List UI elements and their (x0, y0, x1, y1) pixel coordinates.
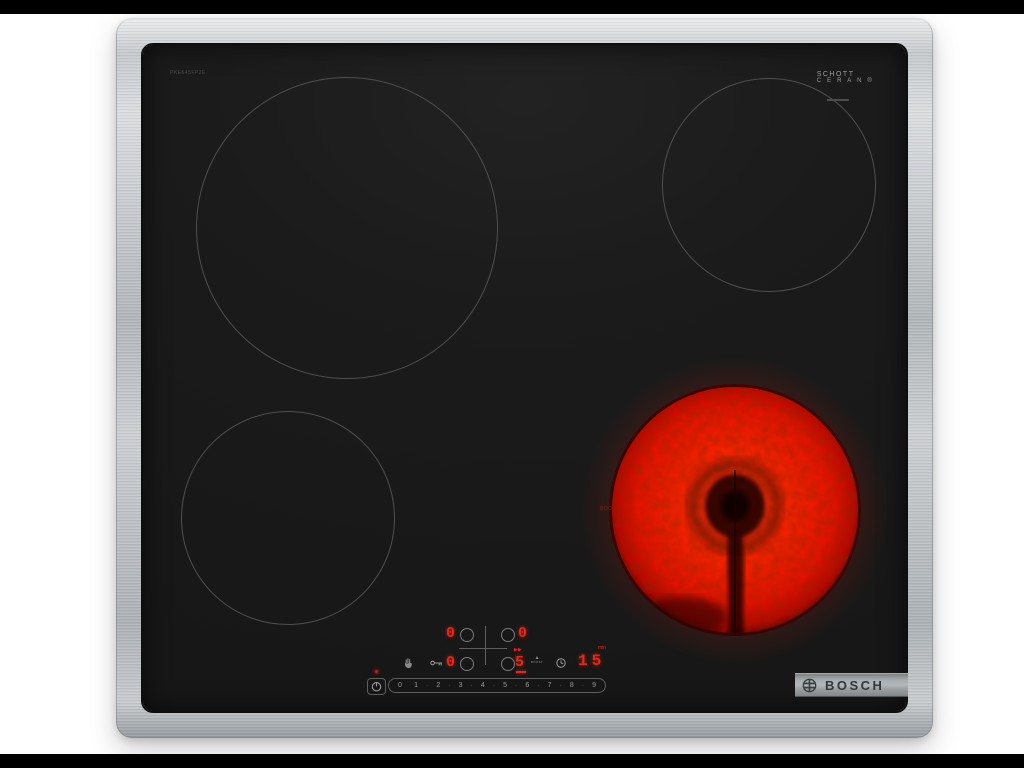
bosch-badge: BOSCH (795, 673, 908, 697)
cooktop-steel-frame: PKE645FP2E SCHOTT C E R A N ® (116, 18, 933, 738)
zone-level-display-bottom-left: 0 (446, 655, 455, 670)
zone-select-key-bottom-left[interactable] (460, 657, 474, 671)
burner-ring-top-right (662, 78, 876, 292)
burner-ring-bottom-left (181, 411, 395, 625)
zone-map-divider-horizontal (459, 648, 507, 649)
schott-logo-line1: SCHOTT (817, 71, 874, 78)
key-icon (431, 661, 442, 665)
slider-level-6[interactable]: 6 (525, 682, 529, 689)
power-icon (371, 681, 382, 692)
letterbox-bar-bottom (0, 754, 1024, 768)
slider-level-0[interactable]: 0 (398, 682, 402, 689)
boost-key-label: BOOST (531, 660, 543, 664)
zone-level-display-top-right: 0 (518, 626, 527, 641)
boost-active-indicator: ▶▶ (514, 647, 522, 653)
slider-level-2[interactable]: 2 (436, 682, 440, 689)
slider-dot: · (560, 683, 562, 689)
slider-dot: · (537, 683, 539, 689)
hand-icon (405, 658, 412, 668)
schott-logo-line2: C E R A N ® (817, 78, 874, 85)
slider-level-5[interactable]: 5 (503, 682, 507, 689)
power-on-indicator (375, 670, 378, 673)
slider-dot: · (493, 683, 495, 689)
slider-level-1[interactable]: 1 (414, 682, 418, 689)
zone-select-key-top-left[interactable] (460, 628, 474, 642)
power-key[interactable] (367, 678, 386, 695)
timer-key[interactable] (556, 658, 566, 668)
zone-select-key-bottom-right[interactable] (501, 657, 515, 671)
childlock-key[interactable] (430, 659, 443, 667)
slider-level-4[interactable]: 4 (481, 682, 485, 689)
model-number-marking: PKE645FP2E (170, 70, 206, 76)
slider-dot: · (426, 683, 428, 689)
burner-ring-top-left (196, 77, 498, 379)
zone-select-key-top-right[interactable] (501, 628, 515, 642)
bosch-armature-icon (802, 678, 817, 693)
slider-level-7[interactable]: 7 (548, 682, 552, 689)
cooktop-glass-surface: PKE645FP2E SCHOTT C E R A N ® (143, 45, 906, 711)
product-photo: PKE645FP2E SCHOTT C E R A N ® (0, 0, 1024, 768)
timer-unit-label: min (598, 645, 606, 651)
timer-display: 15 (578, 653, 605, 669)
pause-key[interactable] (403, 657, 414, 669)
bosch-brand-text: BOSCH (825, 678, 884, 693)
zone-level-display-bottom-right: 5 (515, 655, 524, 670)
active-burner-bottom-right (607, 382, 863, 638)
slider-dot: · (515, 683, 517, 689)
slider-level-8[interactable]: 8 (570, 682, 574, 689)
clock-icon (557, 659, 565, 667)
slider-dot: · (448, 683, 450, 689)
slider-dot: · (471, 683, 473, 689)
slider-dot: · (582, 683, 584, 689)
selected-zone-underline (516, 671, 526, 673)
boost-key[interactable]: ▲ BOOST (531, 656, 543, 664)
letterbox-bar-top (0, 0, 1024, 14)
slider-level-9[interactable]: 9 (592, 682, 596, 689)
slider-level-3[interactable]: 3 (459, 682, 463, 689)
zone-map-divider-vertical (485, 626, 486, 665)
boost-glass-marking: BOOST (600, 506, 620, 512)
zone-level-display-top-left: 0 (446, 626, 455, 641)
power-level-slider[interactable]: 0 1 · 2 · 3 · 4 · 5 · 6 · 7 · 8 · 9 (388, 678, 606, 693)
